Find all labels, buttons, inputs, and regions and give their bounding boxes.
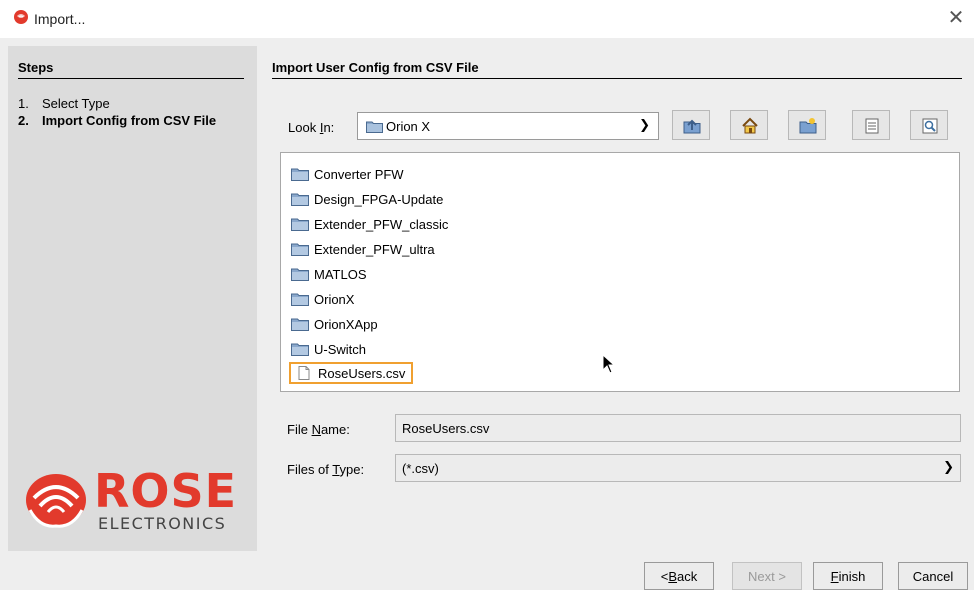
list-item[interactable]: Design_FPGA-Update	[291, 188, 443, 210]
mouse-cursor-icon	[602, 354, 616, 374]
folder-icon	[291, 293, 309, 306]
list-view-button[interactable]	[852, 110, 890, 140]
rose-icon	[14, 10, 28, 24]
cancel-button[interactable]: Cancel	[898, 562, 968, 590]
new-folder-button[interactable]	[788, 110, 826, 140]
list-item[interactable]: Extender_PFW_ultra	[291, 238, 435, 260]
file-name: OrionXApp	[314, 316, 378, 332]
details-view-button[interactable]	[910, 110, 948, 140]
file-list[interactable]: Converter PFW Design_FPGA-Update Extende…	[280, 152, 960, 392]
list-item[interactable]: MATLOS	[291, 263, 367, 285]
finish-button[interactable]: Finish	[813, 562, 883, 590]
step-item-select-type: 1. Select Type	[18, 96, 110, 111]
step-item-import-config: 2. Import Config from CSV File	[18, 113, 232, 128]
list-item[interactable]: Extender_PFW_classic	[291, 213, 448, 235]
files-of-type-label: Files of Type:	[287, 462, 365, 477]
folder-icon	[291, 318, 309, 331]
new-folder-icon	[799, 118, 817, 134]
home-icon	[742, 117, 758, 134]
title-bar: Import... ✕	[0, 0, 974, 38]
next-button[interactable]: Next >	[732, 562, 802, 590]
file-name: Extender_PFW_ultra	[314, 241, 435, 257]
list-item[interactable]: Converter PFW	[291, 163, 404, 185]
logo-subtitle: ELECTRONICS	[98, 514, 227, 533]
look-in-combo[interactable]: Orion X ❯	[357, 112, 659, 140]
look-in-label: Look In:	[288, 120, 335, 135]
files-of-type-select[interactable]: (*.csv) ❯	[395, 454, 961, 482]
list-item-selected[interactable]: RoseUsers.csv	[289, 362, 414, 384]
back-button[interactable]: < Back	[644, 562, 714, 590]
steps-header: Steps	[18, 60, 244, 79]
file-name: RoseUsers.csv	[318, 365, 406, 381]
rose-logo-icon	[26, 474, 86, 528]
folder-icon	[366, 121, 383, 133]
file-name: MATLOS	[314, 266, 367, 282]
list-view-icon	[865, 118, 879, 134]
file-name: Converter PFW	[314, 166, 404, 182]
details-view-icon	[922, 118, 938, 134]
folder-icon	[291, 193, 309, 206]
chevron-down-icon: ❯	[639, 117, 650, 132]
up-one-level-button[interactable]	[672, 110, 710, 140]
home-button[interactable]	[730, 110, 768, 140]
step-number: 1.	[18, 96, 29, 111]
step-number: 2.	[18, 113, 29, 128]
file-name-field[interactable]: RoseUsers.csv	[395, 414, 961, 442]
file-icon	[298, 366, 310, 380]
list-item[interactable]: OrionX	[291, 288, 354, 310]
up-folder-icon	[683, 119, 701, 134]
step-label: Import Config from CSV File	[42, 113, 217, 128]
look-in-value: Orion X	[386, 119, 431, 134]
file-name: OrionX	[314, 291, 355, 307]
step-label: Select Type	[42, 96, 110, 111]
window-title: Import...	[34, 11, 86, 27]
list-item[interactable]: U-Switch	[291, 338, 366, 360]
file-name: Extender_PFW_classic	[314, 216, 449, 232]
files-of-type-value: (*.csv)	[402, 461, 439, 476]
folder-icon	[291, 343, 309, 356]
folder-icon	[291, 268, 309, 281]
folder-icon	[291, 168, 309, 181]
import-dialog: Steps 1. Select Type 2. Import Config from…	[0, 38, 974, 590]
file-name-label: File Name:	[287, 422, 350, 437]
folder-icon	[291, 243, 309, 256]
list-item[interactable]: OrionXApp	[291, 313, 378, 335]
folder-icon	[291, 218, 309, 231]
close-icon[interactable]: ✕	[944, 6, 968, 30]
file-name-value: RoseUsers.csv	[402, 421, 490, 436]
logo-wordmark: ROSE	[94, 464, 238, 518]
file-name: Design_FPGA-Update	[314, 191, 444, 207]
file-name: U-Switch	[314, 341, 367, 357]
rose-electronics-logo: ROSE ELECTRONICS	[20, 468, 245, 536]
page-title: Import User Config from CSV File	[272, 60, 962, 79]
chevron-down-icon: ❯	[943, 459, 954, 474]
